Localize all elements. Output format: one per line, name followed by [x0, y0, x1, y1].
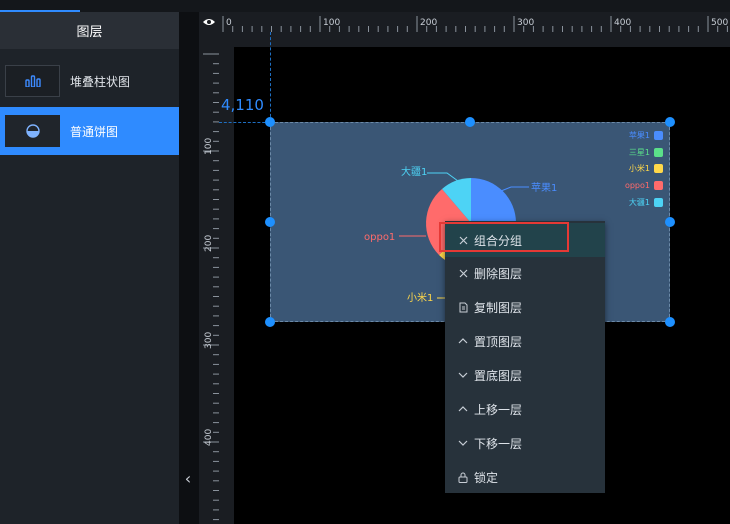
ruler-label: 500 — [711, 18, 728, 28]
ruler-label: 400 — [614, 18, 631, 28]
menu-item-move-down[interactable]: 下移一层 — [445, 426, 605, 460]
menu-item-lock[interactable]: 锁定 — [445, 460, 605, 494]
context-menu: 组合分组 删除图层 复制图层 置顶图层 置底图层 上移一层 下移一层 锁定 — [445, 221, 605, 493]
resize-handle-se[interactable] — [665, 317, 675, 327]
horizontal-ruler: 0 100 200 300 400 500 — [219, 12, 730, 32]
slice-label-apple: 苹果1 — [531, 181, 557, 194]
screen: { "sidebar": { "title": "图层", "layers": … — [0, 0, 730, 524]
lock-icon — [457, 471, 469, 483]
ruler-label: 300 — [204, 332, 214, 349]
legend-item: oppo1 — [625, 177, 663, 194]
menu-item-send-to-back[interactable]: 置底图层 — [445, 358, 605, 392]
chevron-up-icon — [457, 403, 469, 415]
pie-slice-apple — [471, 178, 516, 223]
menu-item-delete-layer[interactable]: 删除图层 — [445, 256, 605, 290]
position-guide-vertical — [270, 32, 271, 122]
layer-item-label: 普通饼图 — [70, 124, 119, 139]
layer-panel-title: 图层 — [0, 12, 179, 49]
bar-chart-icon — [5, 65, 60, 97]
chart-legend: 苹果1 三星1 小米1 oppo1 大疆1 — [625, 127, 663, 210]
menu-item-copy-layer[interactable]: 复制图层 — [445, 290, 605, 324]
top-bar — [0, 0, 730, 12]
chevron-down-icon — [457, 369, 469, 381]
close-icon — [457, 267, 469, 279]
ruler-label: 300 — [517, 18, 534, 28]
chevron-down-icon — [457, 437, 469, 449]
resize-handle-nw[interactable] — [265, 117, 275, 127]
ruler-label: 200 — [204, 235, 214, 252]
ruler-label: 100 — [323, 18, 340, 28]
layer-item-pie[interactable]: 普通饼图 — [0, 107, 179, 155]
layer-item-stacked-bar[interactable]: 堆叠柱状图 — [0, 57, 179, 105]
document-icon — [457, 301, 469, 313]
legend-item: 苹果1 — [625, 127, 663, 144]
ruler-label: 200 — [420, 18, 437, 28]
position-guide-horizontal — [219, 122, 270, 123]
collapse-panel-icon[interactable]: ‹ — [181, 468, 195, 488]
position-readout: 4,110 — [221, 96, 264, 114]
chevron-up-icon — [457, 335, 469, 347]
resize-handle-e[interactable] — [665, 217, 675, 227]
panel-gutter — [179, 12, 199, 524]
menu-item-move-up[interactable]: 上移一层 — [445, 392, 605, 426]
ruler-label: 0 — [226, 18, 232, 28]
menu-item-bring-to-front[interactable]: 置顶图层 — [445, 324, 605, 358]
slice-label-oppo: oppo1 — [364, 232, 395, 243]
slice-label-dji: 大疆1 — [401, 165, 427, 178]
slice-label-xiaomi: 小米1 — [407, 291, 433, 304]
resize-handle-ne[interactable] — [665, 117, 675, 127]
ruler-label: 100 — [204, 138, 214, 155]
pie-chart-icon — [5, 115, 60, 147]
resize-handle-n[interactable] — [465, 117, 475, 127]
vertical-ruler: 100200300400500 — [199, 32, 219, 524]
legend-item: 大疆1 — [625, 194, 663, 211]
ruler-label: 400 — [204, 429, 214, 446]
menu-item-highlight-box — [439, 222, 569, 252]
ruler-corner-eye-icon[interactable] — [199, 12, 219, 32]
layer-panel: 图层 堆叠柱状图 普通饼图 — [0, 12, 179, 524]
legend-item: 小米1 — [625, 160, 663, 177]
layer-item-label: 堆叠柱状图 — [70, 74, 131, 89]
legend-item: 三星1 — [625, 144, 663, 161]
resize-handle-sw[interactable] — [265, 317, 275, 327]
resize-handle-w[interactable] — [265, 217, 275, 227]
